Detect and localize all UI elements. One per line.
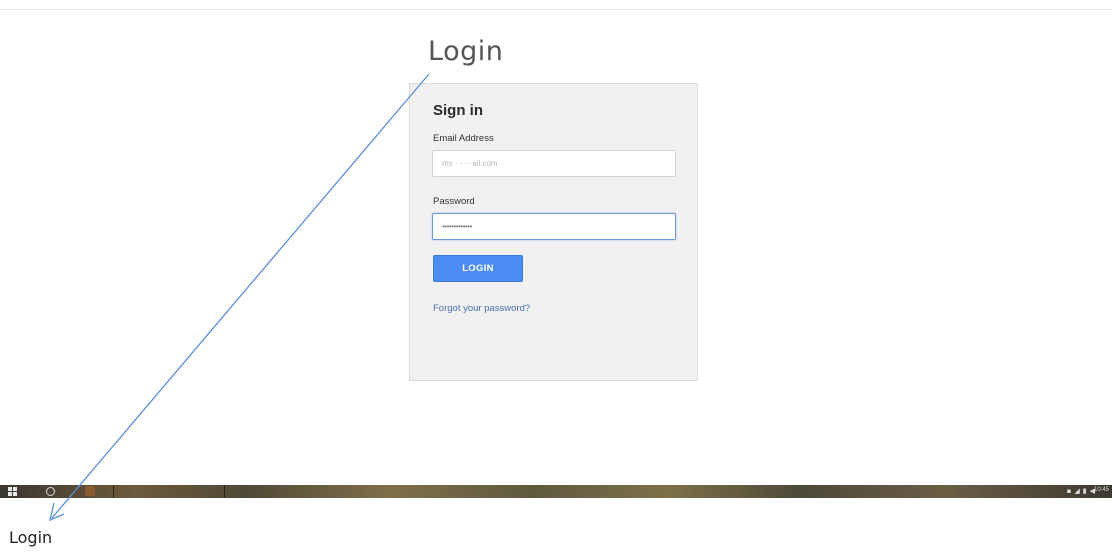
annotation-arrow-line	[51, 73, 430, 519]
annotation-caption: Login	[9, 528, 53, 547]
annotation-arrow	[49, 73, 430, 522]
